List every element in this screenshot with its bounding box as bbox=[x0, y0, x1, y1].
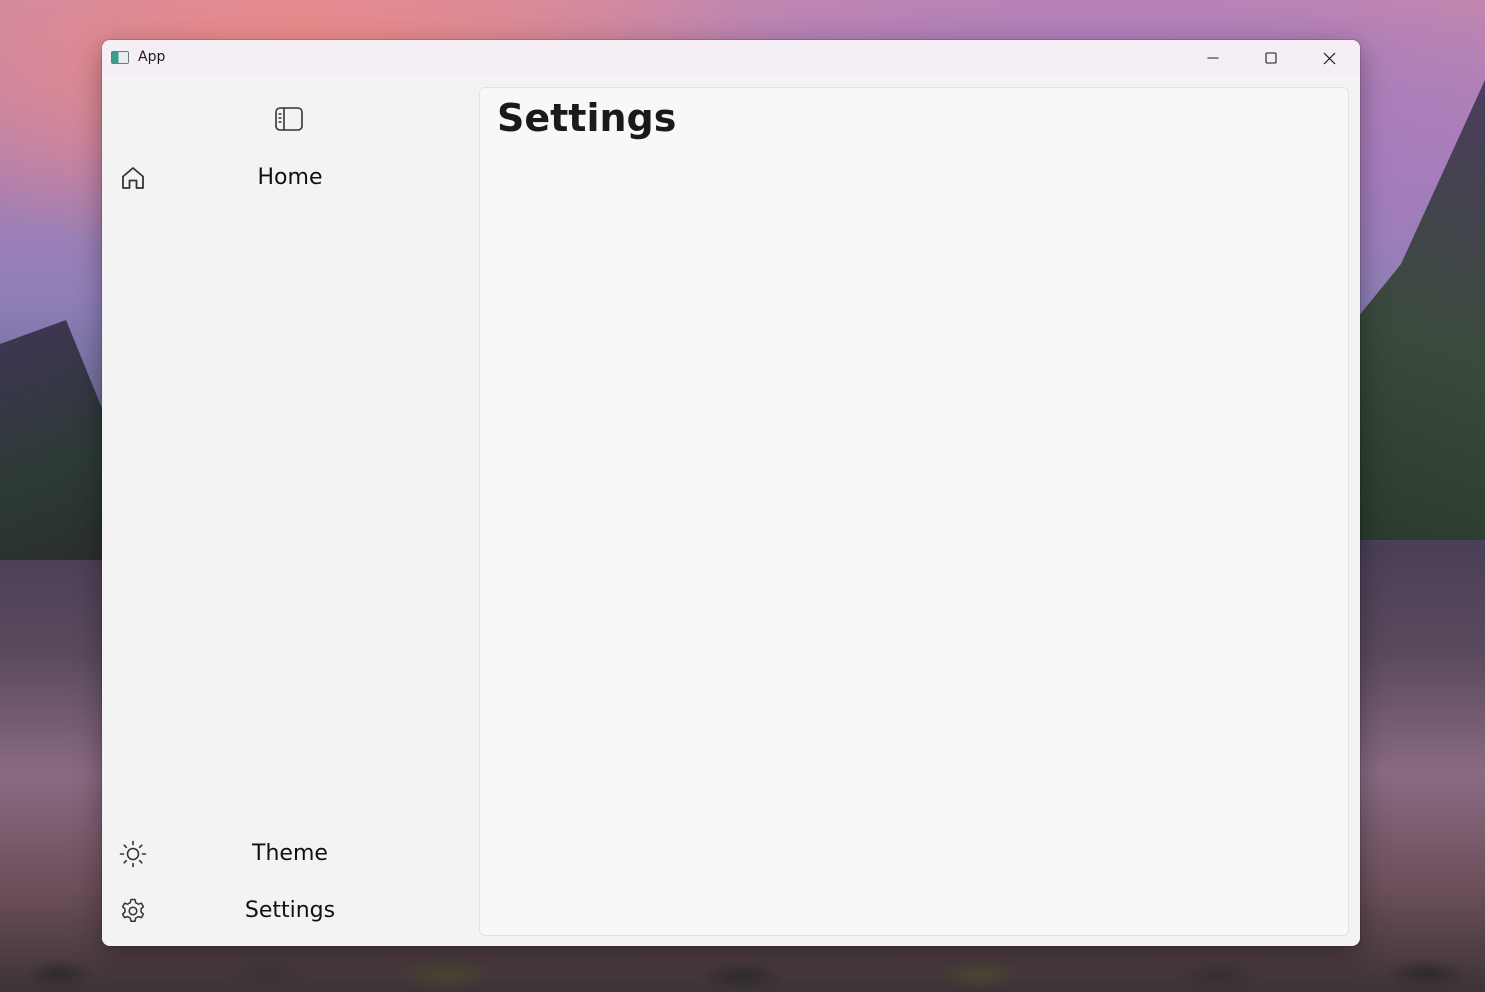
sidebar-item-label: Home bbox=[257, 165, 323, 190]
wallpaper-mountain-left bbox=[0, 320, 110, 560]
navigation-sidebar: Home Theme Settings bbox=[102, 76, 478, 946]
app-window: App Home Theme Settings Settings bbox=[102, 40, 1360, 946]
title-bar[interactable]: App bbox=[102, 40, 1360, 76]
content-panel: Settings bbox=[479, 87, 1349, 936]
sidebar-toggle-icon bbox=[275, 107, 303, 131]
sidebar-item-home[interactable]: Home bbox=[102, 156, 478, 200]
wallpaper-mountain-right bbox=[1345, 80, 1485, 540]
close-icon bbox=[1323, 52, 1335, 64]
close-button[interactable] bbox=[1300, 40, 1358, 76]
app-window-icon bbox=[111, 51, 129, 64]
maximize-button[interactable] bbox=[1242, 40, 1300, 76]
sidebar-item-theme[interactable]: Theme bbox=[102, 832, 478, 876]
sidebar-item-label: Theme bbox=[252, 841, 328, 866]
desktop-background: App Home Theme Settings Settings bbox=[0, 0, 1485, 992]
sidebar-item-label: Settings bbox=[244, 898, 336, 923]
maximize-icon bbox=[1265, 52, 1277, 64]
sidebar-toggle-button[interactable] bbox=[274, 106, 304, 132]
minimize-icon bbox=[1207, 57, 1219, 59]
minimize-button[interactable] bbox=[1184, 40, 1242, 76]
sidebar-item-settings[interactable]: Settings bbox=[102, 889, 478, 933]
page-title: Settings bbox=[497, 96, 677, 140]
window-title: App bbox=[138, 49, 166, 65]
